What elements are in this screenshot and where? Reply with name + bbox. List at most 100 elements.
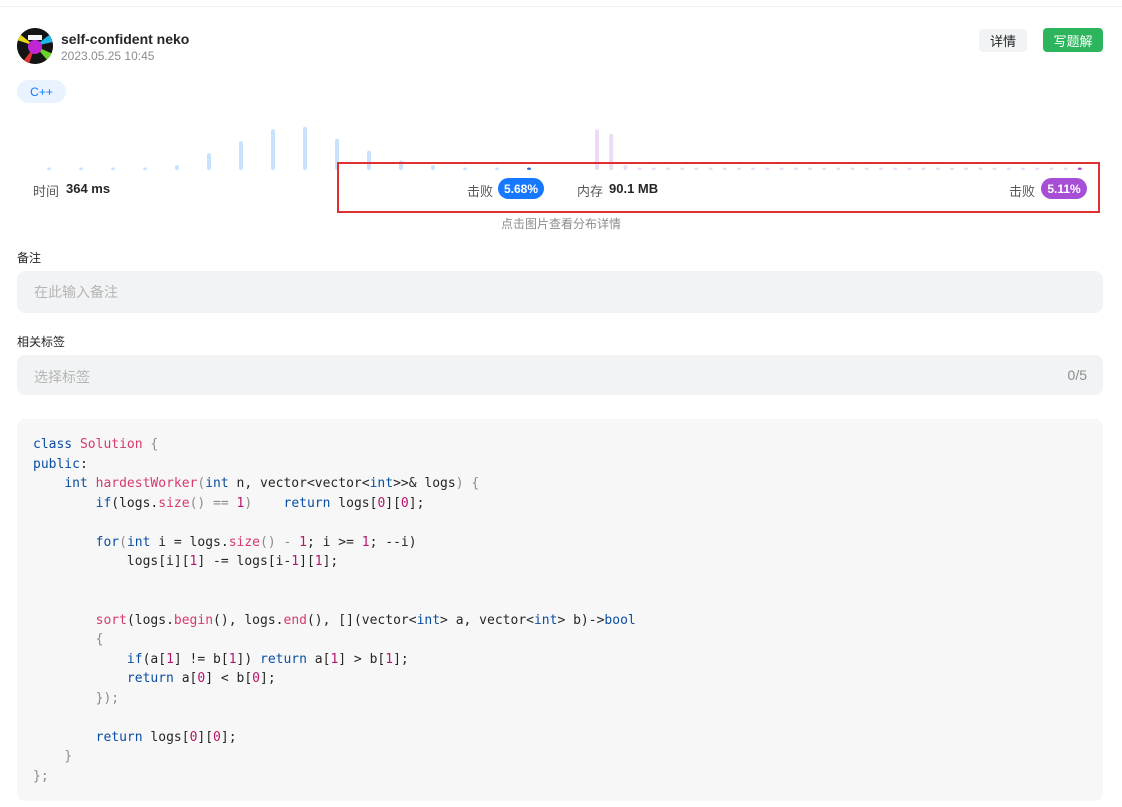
- memory-bar: [666, 167, 670, 170]
- code-block[interactable]: class Solution {public: int hardestWorke…: [17, 419, 1103, 801]
- runtime-bar: [239, 141, 243, 170]
- code-token: logs[i][: [33, 554, 190, 569]
- code-token: {: [142, 437, 159, 452]
- code-token: >>& logs: [393, 476, 456, 491]
- memory-bar: [992, 167, 997, 170]
- code-token: });: [33, 690, 120, 706]
- code-token: a[: [173, 671, 198, 686]
- notes-label: 备注: [17, 251, 42, 265]
- code-token: () -: [260, 534, 300, 550]
- memory-bar: [637, 167, 642, 170]
- code-token: 1: [361, 534, 370, 550]
- code-token: int: [205, 476, 229, 491]
- code-token: size: [158, 495, 190, 511]
- code-line: int hardestWorker(int n, vector<vector<i…: [33, 474, 636, 494]
- code-line: }: [33, 747, 636, 767]
- code-token: ; --i): [369, 534, 417, 550]
- code-token: 0: [252, 671, 260, 686]
- code-line: public:: [33, 455, 636, 475]
- username[interactable]: self-confident neko: [61, 31, 189, 47]
- code-token: logs[: [330, 495, 378, 511]
- runtime-bar: [495, 167, 499, 170]
- avatar-image: [17, 28, 53, 64]
- runtime-bar: [303, 126, 307, 170]
- code-line: return a[0] < b[0];: [33, 669, 636, 689]
- runtime-bar: [47, 167, 51, 170]
- notes-input[interactable]: [17, 271, 1103, 313]
- code-token: (a[: [142, 651, 167, 667]
- code-token: int: [416, 612, 441, 628]
- code-line: class Solution {: [33, 435, 636, 455]
- runtime-bar: [367, 150, 371, 170]
- code-token: a[: [306, 651, 331, 667]
- memory-bar: [779, 167, 784, 170]
- code-text: class Solution {public: int hardestWorke…: [33, 435, 636, 786]
- memory-bar: [694, 167, 699, 170]
- code-token: n, vector<vector<: [228, 476, 370, 491]
- code-token: (: [119, 534, 127, 550]
- runtime-bar: [271, 129, 275, 170]
- code-token: bool: [604, 612, 636, 628]
- code-token: int: [369, 476, 394, 491]
- runtime-bar: [431, 165, 435, 170]
- code-token: begin: [173, 612, 214, 628]
- code-token: 1: [385, 651, 394, 667]
- distribution-hint: 点击图片查看分布详情: [500, 217, 621, 231]
- code-token: i = logs.: [150, 534, 229, 550]
- code-line: return logs[0][0];: [33, 728, 636, 748]
- code-token: ] < b[: [205, 671, 253, 686]
- code-line: for(int i = logs.size() - 1; i >= 1; --i…: [33, 533, 636, 553]
- memory-bar: [595, 129, 599, 170]
- top-divider: [0, 6, 1122, 7]
- memory-bar: [921, 167, 926, 170]
- runtime-bar: [527, 167, 531, 170]
- memory-bar: [751, 167, 756, 170]
- code-token: for: [95, 534, 120, 550]
- runtime-bar: [207, 153, 211, 170]
- memory-bar: [1077, 167, 1082, 170]
- detail-button[interactable]: 详情: [979, 29, 1027, 52]
- code-token: :: [79, 456, 88, 472]
- code-token: ] != b[: [173, 651, 229, 667]
- code-token: Solution: [79, 437, 143, 452]
- code-token: ][: [197, 729, 214, 745]
- code-token: 0: [400, 495, 409, 511]
- write-solution-button[interactable]: 写题解: [1043, 28, 1103, 52]
- code-line: };: [33, 767, 636, 787]
- memory-bar: [879, 167, 883, 170]
- memory-bar: [1035, 167, 1040, 170]
- avatar[interactable]: [17, 28, 53, 64]
- code-token: size: [228, 534, 261, 550]
- memory-bar: [722, 167, 727, 170]
- code-token: ];: [322, 554, 339, 569]
- tags-select[interactable]: 选择标签 0/5: [17, 355, 1103, 395]
- runtime-bar: [143, 167, 147, 170]
- code-token: public: [33, 456, 80, 472]
- code-token: 0: [213, 729, 221, 745]
- code-token: logs[: [142, 729, 190, 745]
- code-token: return: [126, 671, 174, 686]
- distribution-chart[interactable]: [33, 120, 1093, 175]
- code-token: ): [244, 495, 284, 511]
- code-token: () ==: [189, 495, 237, 511]
- code-token: (logs.: [126, 612, 174, 628]
- code-token: sort: [95, 612, 127, 628]
- code-token: > a, vector<: [440, 612, 534, 628]
- language-tag: C++: [17, 80, 66, 103]
- tags-label: 相关标签: [17, 335, 66, 349]
- code-token: ][: [385, 495, 401, 511]
- code-token: ]): [236, 651, 260, 667]
- code-token: int: [64, 476, 88, 491]
- memory-bar: [609, 134, 614, 170]
